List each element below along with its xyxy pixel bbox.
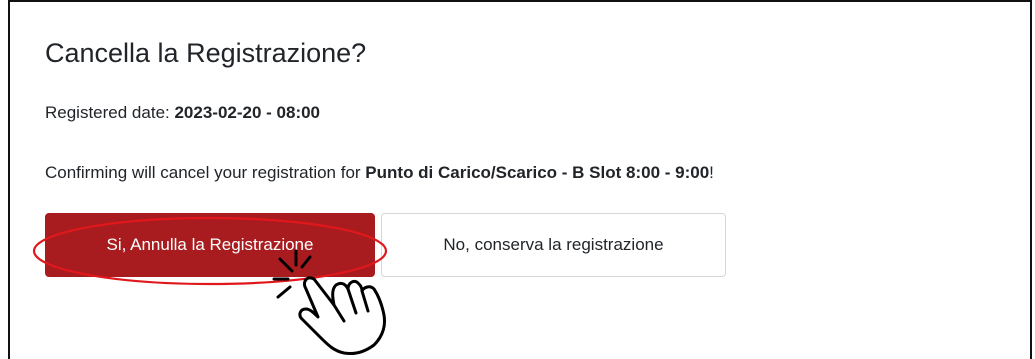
confirmation-message: Confirming will cancel your registration…	[45, 162, 714, 184]
dialog-title: Cancella la Registrazione?	[45, 38, 367, 68]
registered-date-line: Registered date: 2023-02-20 - 08:00	[45, 102, 320, 124]
registered-date-value: 2023-02-20 - 08:00	[174, 103, 321, 122]
cancel-registration-dialog: Cancella la Registrazione? Registered da…	[8, 0, 1032, 359]
confirm-cancel-button[interactable]: Si, Annulla la Registrazione	[45, 213, 375, 277]
slot-name: Punto di Carico/Scarico - B Slot 8:00 - …	[365, 163, 710, 182]
registered-date-label: Registered date:	[45, 103, 175, 122]
keep-registration-button[interactable]: No, conserva la registrazione	[381, 213, 726, 277]
confirmation-prefix: Confirming will cancel your registration…	[45, 163, 366, 182]
confirmation-suffix: !	[709, 163, 714, 182]
